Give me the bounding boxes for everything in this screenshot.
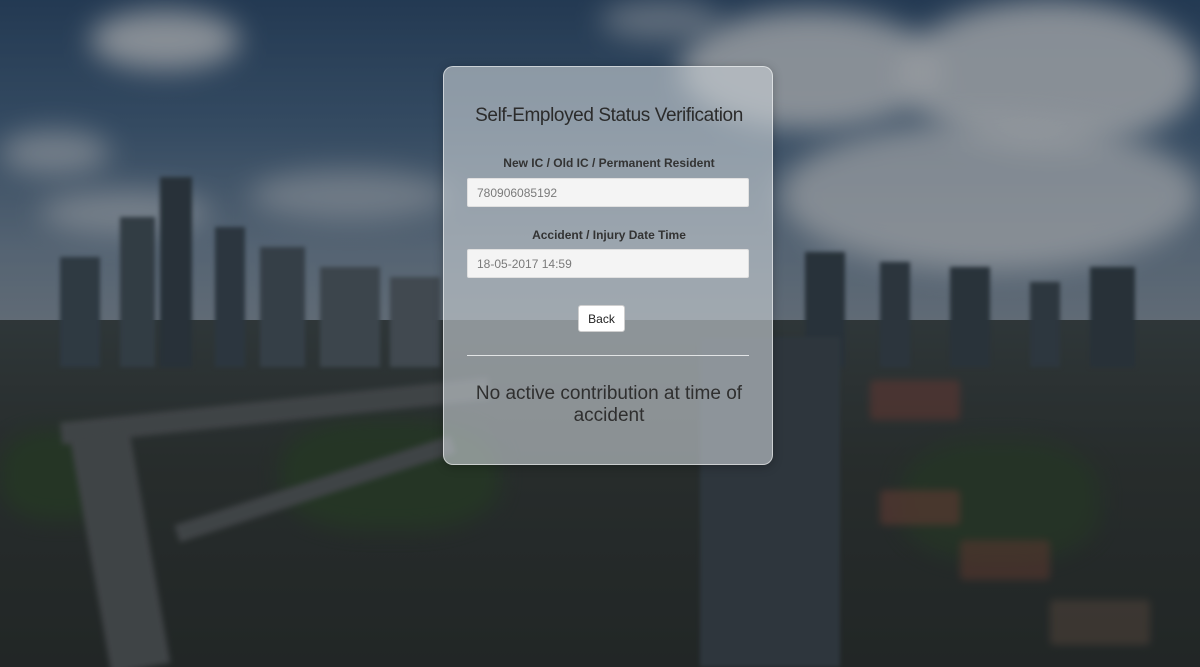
accident-date-input[interactable] bbox=[467, 249, 749, 278]
page-title: Self-Employed Status Verification bbox=[475, 105, 743, 126]
back-button[interactable]: Back bbox=[578, 305, 625, 332]
accident-date-label: Accident / Injury Date Time bbox=[532, 228, 686, 242]
divider bbox=[467, 355, 749, 356]
result-message: No active contribution at time of accide… bbox=[475, 383, 743, 426]
ic-label: New IC / Old IC / Permanent Resident bbox=[503, 156, 715, 170]
ic-input[interactable] bbox=[467, 178, 749, 207]
verification-panel: Self-Employed Status Verification New IC… bbox=[443, 66, 773, 465]
